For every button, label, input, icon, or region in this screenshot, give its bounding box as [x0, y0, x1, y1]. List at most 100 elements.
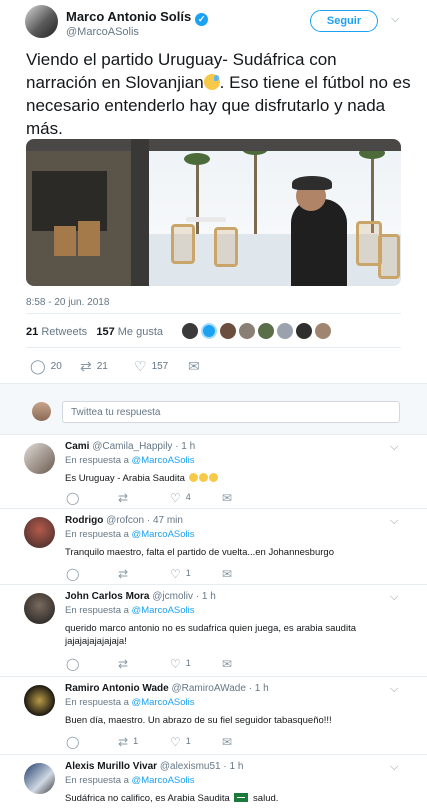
retweets-stat[interactable]: 21 Retweets	[26, 326, 87, 338]
likes-stat[interactable]: 157 Me gusta	[96, 326, 163, 338]
reply-item[interactable]: Alexis Murillo Vivar @alexismu51 · 1 h ⌵…	[0, 755, 427, 808]
reply-item[interactable]: Cami @Camila_Happily · 1 h ⌵ En respuest…	[0, 435, 427, 509]
reply-author-handle[interactable]: @rofcon	[106, 515, 144, 526]
author-name-text[interactable]: Marco Antonio Solís	[66, 9, 191, 24]
reply-time[interactable]: · 1 h	[249, 683, 269, 694]
in-reply-handle-link[interactable]: @MarcoASolis	[132, 529, 195, 540]
dm-action[interactable]: ✉	[222, 657, 237, 671]
chevron-down-icon[interactable]: ⌵	[390, 683, 398, 696]
direct-message-icon: ✉	[222, 567, 233, 581]
grin-sweat-emoji-icon	[198, 473, 208, 482]
reply-author-name[interactable]: Cami	[65, 441, 89, 452]
reply-icon: ◯	[66, 567, 80, 581]
chevron-down-icon[interactable]: ⌵	[390, 591, 398, 604]
liker-avatar[interactable]	[296, 323, 312, 339]
in-reply-prefix: En respuesta a	[65, 605, 129, 616]
author-handle[interactable]: @MarcoASolis	[66, 26, 139, 38]
reply-avatar[interactable]	[24, 443, 55, 474]
reply-item[interactable]: Ramiro Antonio Wade @RamiroAWade · 1 h ⌵…	[0, 677, 427, 755]
reply-avatar[interactable]	[24, 685, 55, 716]
reply-author-name[interactable]: Rodrigo	[65, 515, 103, 526]
reply-avatar[interactable]	[24, 593, 55, 624]
grin-sweat-emoji-icon	[208, 473, 218, 482]
reply-action[interactable]: ◯ 20	[30, 358, 62, 375]
chevron-down-icon[interactable]: ⌵	[391, 13, 399, 26]
reply-action[interactable]: ◯	[66, 491, 84, 505]
dm-action[interactable]: ✉	[222, 491, 237, 505]
likes-label: Me gusta	[117, 326, 164, 338]
retweet-action[interactable]: ⇄	[118, 567, 133, 581]
photo-crate	[78, 221, 100, 256]
main-tweet: Marco Antonio Solís ✓ @MarcoASolis Seguir…	[0, 0, 427, 383]
direct-message-icon: ✉	[222, 657, 233, 671]
follow-button[interactable]: Seguir	[310, 10, 378, 32]
reply-author-name[interactable]: Alexis Murillo Vivar	[65, 761, 157, 772]
author-name[interactable]: Marco Antonio Solís ✓	[66, 9, 209, 26]
palm-leaves	[184, 153, 210, 165]
reply-action[interactable]: ◯	[66, 735, 84, 749]
liker-avatar[interactable]	[220, 323, 236, 339]
reply-item[interactable]: John Carlos Mora @jcmoliv · 1 h ⌵ En res…	[0, 585, 427, 677]
dm-action[interactable]: ✉	[188, 358, 205, 375]
reply-avatar[interactable]	[24, 517, 55, 548]
reply-author-handle[interactable]: @alexismu51	[160, 761, 221, 772]
like-action[interactable]: ♡ 4	[170, 491, 191, 505]
reply-item[interactable]: Rodrigo @rofcon · 47 min ⌵ En respuesta …	[0, 509, 427, 585]
photo-chair	[214, 227, 238, 267]
like-action[interactable]: ♡ 1	[170, 567, 191, 581]
in-reply-handle-link[interactable]: @MarcoASolis	[132, 775, 195, 786]
in-reply-handle-link[interactable]: @MarcoASolis	[132, 605, 195, 616]
liker-avatar[interactable]	[315, 323, 331, 339]
in-reply-to: En respuesta a @MarcoASolis	[65, 605, 195, 616]
in-reply-to: En respuesta a @MarcoASolis	[65, 775, 195, 786]
reply-author-name[interactable]: Ramiro Antonio Wade	[65, 683, 169, 694]
photo-person	[291, 199, 347, 286]
chevron-down-icon[interactable]: ⌵	[390, 515, 398, 528]
reply-time[interactable]: · 1 h	[223, 761, 243, 772]
liker-avatar[interactable]	[201, 323, 217, 339]
reply-author-name[interactable]: John Carlos Mora	[65, 591, 149, 602]
chevron-down-icon[interactable]: ⌵	[390, 441, 398, 454]
retweet-action[interactable]: ⇄ 21	[80, 358, 108, 375]
reply-avatar[interactable]	[24, 763, 55, 794]
retweet-action[interactable]: ⇄	[118, 491, 133, 505]
retweet-action[interactable]: ⇄	[118, 657, 133, 671]
like-action[interactable]: ♡ 1	[170, 735, 191, 749]
in-reply-prefix: En respuesta a	[65, 455, 129, 466]
reply-time[interactable]: · 1 h	[175, 441, 195, 452]
author-avatar[interactable]	[25, 5, 58, 38]
reply-author-handle[interactable]: @jcmoliv	[152, 591, 193, 602]
tweet-photo[interactable]	[26, 139, 401, 286]
reply-header: Cami @Camila_Happily · 1 h	[65, 441, 195, 452]
like-action[interactable]: ♡ 157	[134, 358, 168, 375]
reply-input[interactable]: Twittea tu respuesta	[62, 401, 400, 423]
like-action[interactable]: ♡ 1	[170, 657, 191, 671]
reply-time[interactable]: · 1 h	[196, 591, 216, 602]
dm-action[interactable]: ✉	[222, 735, 237, 749]
liker-avatar[interactable]	[182, 323, 198, 339]
reply-action[interactable]: ◯	[66, 657, 84, 671]
grin-sweat-emoji-icon	[188, 473, 198, 482]
photo-table	[186, 217, 226, 222]
heart-icon: ♡	[170, 735, 181, 749]
in-reply-handle-link[interactable]: @MarcoASolis	[132, 455, 195, 466]
in-reply-handle-link[interactable]: @MarcoASolis	[132, 697, 195, 708]
direct-message-icon: ✉	[188, 358, 200, 374]
in-reply-to: En respuesta a @MarcoASolis	[65, 697, 195, 708]
reply-author-handle[interactable]: @Camila_Happily	[92, 441, 172, 452]
reply-time[interactable]: · 47 min	[147, 515, 183, 526]
liker-avatar[interactable]	[277, 323, 293, 339]
divider	[26, 313, 401, 314]
retweet-action[interactable]: ⇄ 1	[118, 735, 138, 749]
reply-author-handle[interactable]: @RamiroAWade	[171, 683, 245, 694]
reply-header: Alexis Murillo Vivar @alexismu51 · 1 h	[65, 761, 243, 772]
photo-awning	[26, 139, 401, 151]
reply-action[interactable]: ◯	[66, 567, 84, 581]
liker-avatar[interactable]	[239, 323, 255, 339]
tweet-timestamp[interactable]: 8:58 - 20 jun. 2018	[26, 297, 109, 308]
retweet-icon: ⇄	[118, 657, 129, 671]
likes-count: 157	[96, 326, 115, 338]
liker-avatar[interactable]	[258, 323, 274, 339]
dm-action[interactable]: ✉	[222, 567, 237, 581]
chevron-down-icon[interactable]: ⌵	[390, 761, 398, 774]
